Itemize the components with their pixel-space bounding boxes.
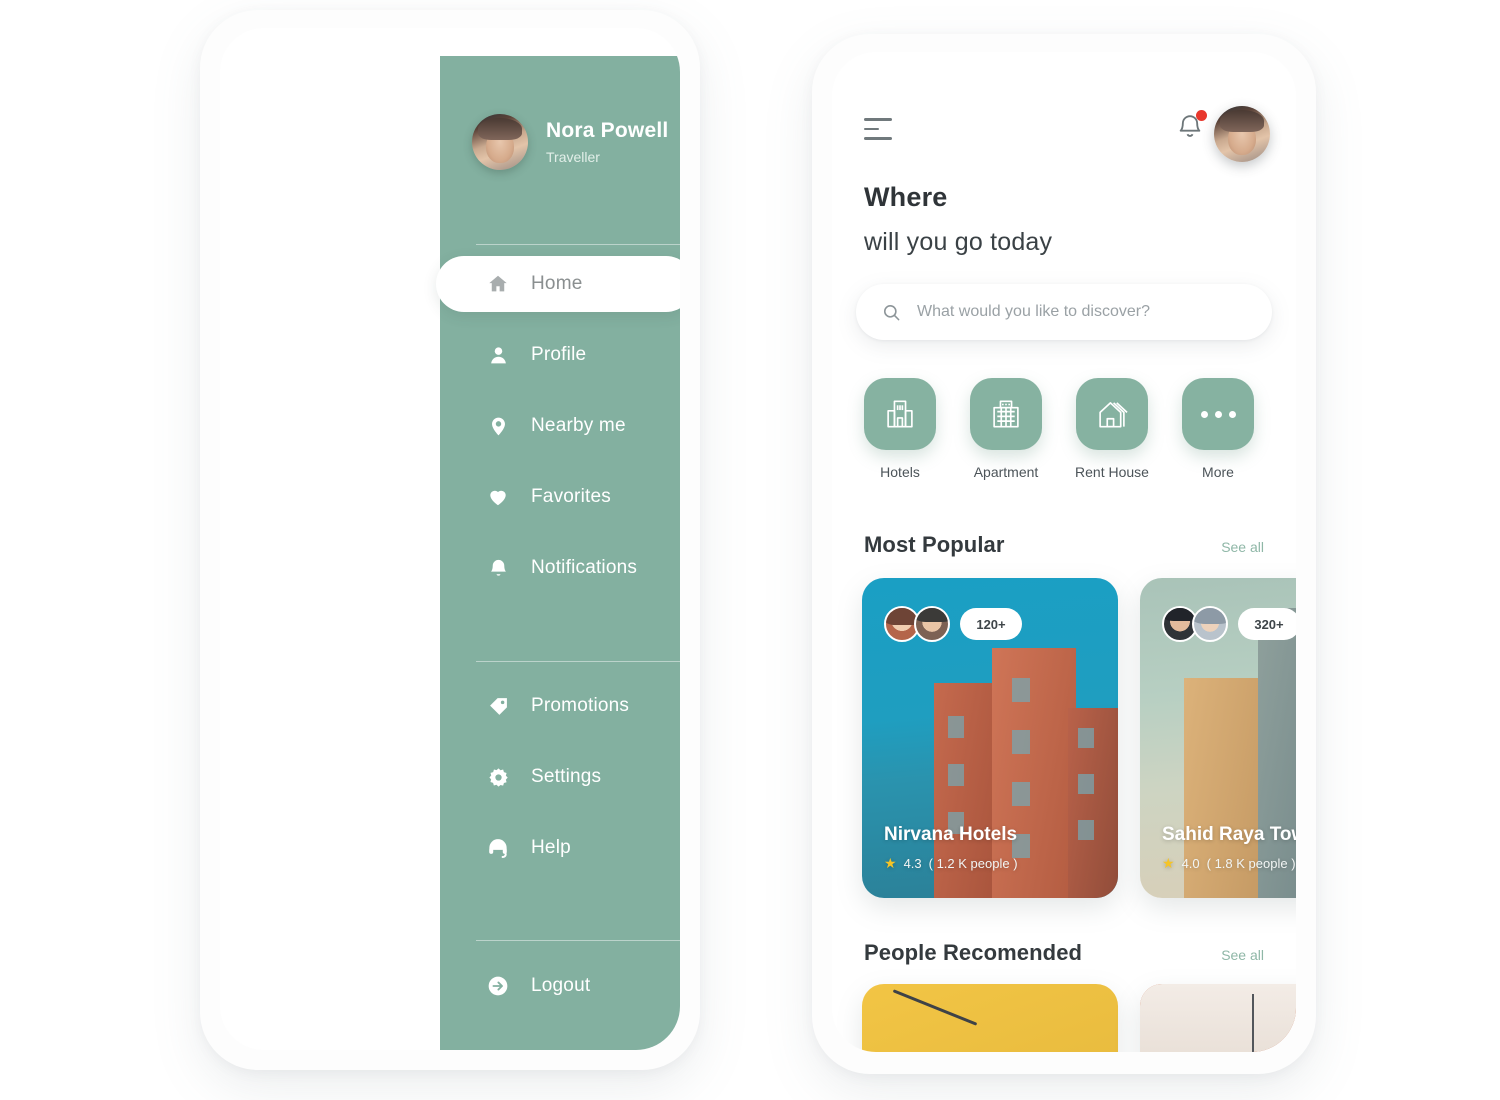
- category-label: Apartment: [973, 464, 1039, 480]
- search-icon: [883, 304, 900, 320]
- star-icon: ★: [884, 855, 897, 871]
- screenshot-root: eying Lor Kasat Ne Mar ♥ Where will you …: [0, 0, 1500, 1100]
- sidebar-item-label: Notifications: [531, 557, 638, 578]
- bell-icon: [486, 556, 510, 580]
- house-roof-icon: [1099, 402, 1128, 428]
- card-title: Nirvana Hotels: [884, 824, 1018, 845]
- category-more[interactable]: More: [1178, 378, 1258, 480]
- drawer-secondary-menu: Promotions Settings Help: [440, 678, 680, 876]
- location-pin-icon: [486, 414, 510, 438]
- divider: [476, 661, 680, 662]
- section-title: Most Popular: [864, 532, 1005, 557]
- divider: [476, 244, 680, 245]
- sidebar-item-logout[interactable]: Logout: [440, 958, 680, 1014]
- drawer-profile[interactable]: Nora Powell Traveller: [472, 114, 668, 170]
- logout-arrow-icon: [486, 974, 510, 998]
- sidebar-item-label: Profile: [531, 344, 587, 365]
- sidebar-item-label: Favorites: [531, 486, 611, 507]
- card-avatar-group: 120+: [884, 606, 1022, 642]
- sidebar-item-nearby-me[interactable]: Nearby me: [440, 398, 680, 454]
- category-apartment[interactable]: Apartment: [966, 378, 1046, 480]
- avatar: [914, 606, 950, 642]
- category-row: Hotels Apartment Rent House More: [860, 378, 1270, 480]
- sidebar-item-help[interactable]: Help: [440, 820, 680, 876]
- section-title: People Recomended: [864, 940, 1083, 965]
- ellipsis-icon: [1200, 410, 1236, 418]
- category-label: More: [1202, 464, 1234, 480]
- profile-name: Nora Powell: [546, 119, 669, 143]
- phone-screen-left: eying Lor Kasat Ne Mar ♥ Where will you …: [220, 28, 680, 1050]
- hotel-card[interactable]: 120+ Nirvana Hotels ★ 4.3 ( 1.2 K people…: [862, 578, 1118, 898]
- sidebar-item-label: Promotions: [531, 695, 630, 716]
- sidebar-item-home[interactable]: Home: [436, 256, 680, 312]
- card-avatar-group: 320+: [1162, 606, 1296, 642]
- sidebar-item-settings[interactable]: Settings: [440, 749, 680, 805]
- see-all-link[interactable]: See all: [1221, 539, 1264, 555]
- home-icon: [486, 272, 510, 296]
- card-rating-value: 4.3: [903, 856, 922, 871]
- sidebar-item-notifications[interactable]: Notifications: [440, 540, 680, 596]
- category-hotels[interactable]: Hotels: [860, 378, 940, 480]
- search-input[interactable]: What would you like to discover?: [856, 284, 1272, 340]
- card-photo: [862, 984, 1118, 1052]
- see-all-link[interactable]: See all: [1221, 947, 1264, 963]
- card-photo: [1140, 984, 1296, 1052]
- search-placeholder: What would you like to discover?: [917, 303, 1150, 320]
- divider: [476, 940, 680, 941]
- hamburger-menu-icon[interactable]: [864, 118, 892, 147]
- section-header-people-recomended: People Recomended See all: [864, 940, 1264, 966]
- most-popular-card-row[interactable]: 120+ Nirvana Hotels ★ 4.3 ( 1.2 K people…: [862, 578, 1296, 898]
- headset-icon: [486, 836, 510, 860]
- sidebar-item-label: Help: [531, 837, 571, 858]
- sidebar-item-label: Home: [531, 273, 583, 294]
- reco-card[interactable]: [1140, 984, 1296, 1052]
- card-rating-value: 4.0: [1181, 856, 1200, 871]
- avatar[interactable]: [472, 114, 528, 170]
- hotel-building-icon: [887, 400, 913, 428]
- hero-line-1: Where: [864, 182, 948, 212]
- home-screen: Where will you go today What would you l…: [832, 52, 1296, 1052]
- star-icon: ★: [1162, 855, 1175, 871]
- heart-icon: [486, 485, 510, 509]
- card-rating: ★ 4.3 ( 1.2 K people ): [884, 855, 1018, 872]
- sidebar-item-promotions[interactable]: Promotions: [440, 678, 680, 734]
- person-icon: [486, 343, 510, 367]
- card-count-badge: 320+: [1238, 608, 1296, 640]
- category-tile[interactable]: [864, 378, 936, 450]
- category-tile[interactable]: [1076, 378, 1148, 450]
- apartment-building-icon: [993, 400, 1019, 428]
- card-count-badge: 120+: [960, 608, 1022, 640]
- profile-role: Traveller: [546, 148, 600, 165]
- card-review-count: ( 1.8 K people ): [1206, 856, 1296, 871]
- section-header-most-popular: Most Popular See all: [864, 532, 1264, 558]
- people-recomended-card-row[interactable]: [862, 984, 1296, 1052]
- sidebar-item-label: Nearby me: [531, 415, 626, 436]
- notifications-button[interactable]: [1176, 110, 1207, 146]
- app-topbar: [832, 100, 1296, 162]
- phone-screen-right: Where will you go today What would you l…: [832, 52, 1296, 1052]
- category-label: Hotels: [880, 464, 920, 480]
- hero-line-2: will you go today: [864, 228, 1053, 256]
- card-review-count: ( 1.2 K people ): [928, 856, 1018, 871]
- gear-icon: [486, 765, 510, 789]
- tag-icon: [486, 694, 510, 718]
- reco-card[interactable]: [862, 984, 1118, 1052]
- category-tile[interactable]: [970, 378, 1042, 450]
- card-title: Sahid Raya Tower: [1162, 824, 1296, 845]
- category-rent-house[interactable]: Rent House: [1072, 378, 1152, 480]
- sidebar-item-profile[interactable]: Profile: [440, 327, 680, 383]
- notification-badge-dot: [1196, 110, 1207, 121]
- navigation-drawer: Nora Powell Traveller Home Profile Nearb…: [436, 56, 680, 1050]
- drawer-logout-menu: Logout: [440, 958, 680, 1014]
- card-rating: ★ 4.0 ( 1.8 K people ): [1162, 855, 1296, 872]
- sidebar-item-label: Settings: [531, 766, 602, 787]
- avatar: [1192, 606, 1228, 642]
- hotel-card[interactable]: 320+ Sahid Raya Tower ★ 4.0 ( 1.8 K peop…: [1140, 578, 1296, 898]
- drawer-primary-menu: Home Profile Nearby me Favorites Notific…: [436, 256, 680, 596]
- avatar[interactable]: [1214, 106, 1270, 162]
- category-tile[interactable]: [1182, 378, 1254, 450]
- category-label: Rent House: [1075, 464, 1149, 480]
- sidebar-item-favorites[interactable]: Favorites: [440, 469, 680, 525]
- sidebar-item-label: Logout: [531, 975, 591, 996]
